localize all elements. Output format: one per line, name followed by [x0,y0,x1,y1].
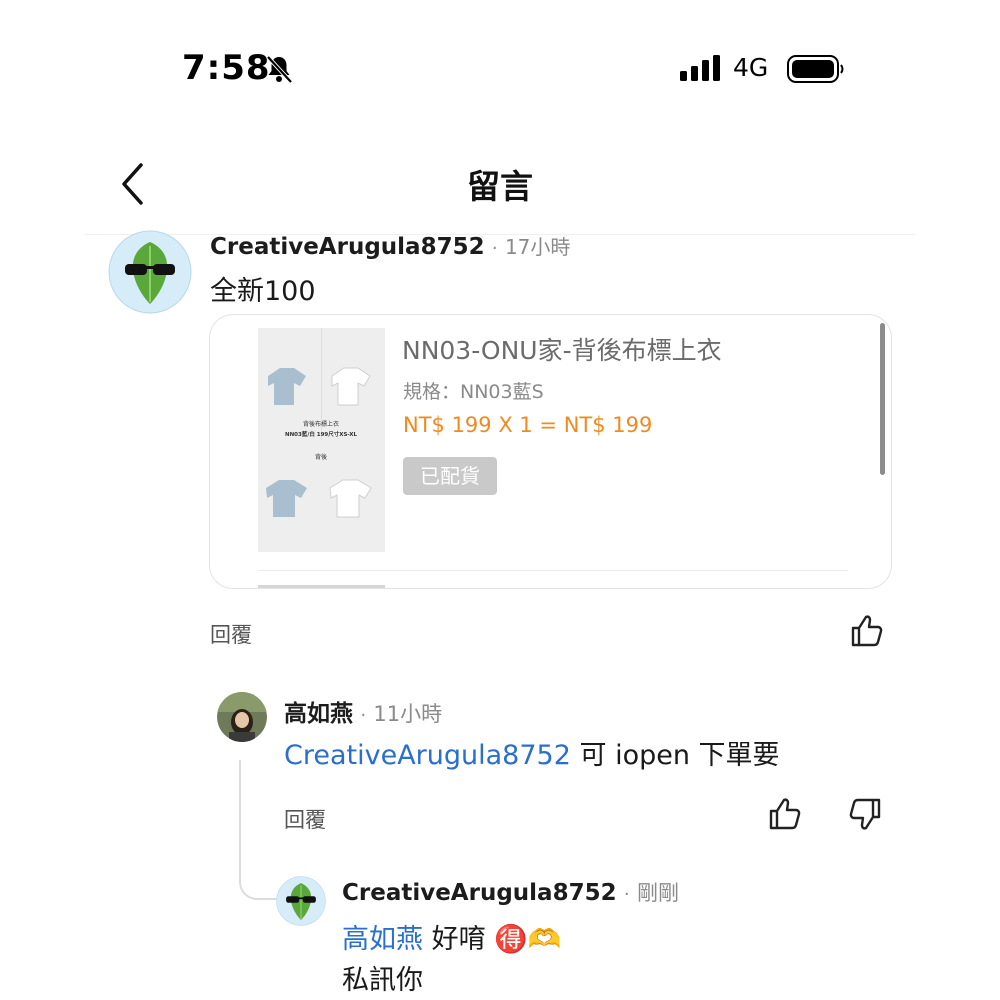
page-title: 留言 [467,167,533,206]
comment-timestamp: 剛剛 [636,881,679,905]
thumbs-up-icon[interactable] [767,796,803,832]
comment-text: 全新100 [210,276,316,307]
comment-meta: 高如燕 · 11小時 [284,694,442,728]
status-time: 7:58 [182,48,271,88]
thread-connector [239,760,279,900]
product-image-caption: 背後 [315,453,327,461]
mention-link[interactable]: 高如燕 [342,924,423,955]
comment-meta: CreativeArugula8752 · 17小時 [210,231,570,260]
comment-meta: CreativeArugula8752 · 剛剛 [342,877,679,907]
product-title: NN03-ONU家-背後布標上衣 [402,336,722,365]
avatar[interactable] [217,692,267,742]
meta-separator: · [360,705,367,726]
order-status-badge: 已配貨 [403,457,497,495]
comment-username[interactable]: 高如燕 [284,701,353,727]
reply-button[interactable]: 回覆 [210,619,252,649]
comment-username[interactable]: CreativeArugula8752 [342,880,617,906]
comment-text: CreativeArugula8752 可 iopen 下單要 [284,733,780,772]
product-image-caption: NN03藍/白 199尺寸XS-XL [285,430,358,438]
avatar[interactable] [108,230,192,314]
battery-icon [787,55,845,83]
product-image: 背後布標上衣 NN03藍/白 199尺寸XS-XL 背後 [258,328,385,552]
comment-body: 好唷 [431,924,486,955]
thumbs-up-icon[interactable] [849,613,885,649]
product-price: NT$ 199 X 1 = NT$ 199 [403,413,653,437]
comment-timestamp: 17小時 [504,235,571,259]
comment-username[interactable]: CreativeArugula8752 [210,234,485,260]
emoji: 🉐🫶 [494,924,562,955]
network-type: 4G [733,53,769,82]
avatar[interactable] [276,876,326,926]
product-image-caption: 背後布標上衣 [303,420,339,428]
reply-button[interactable]: 回覆 [284,804,326,834]
bell-slash-icon [264,54,294,84]
comment-text-line2: 私訊你 [342,965,423,996]
meta-separator: · [491,238,498,259]
signal-icon [680,55,722,81]
thumbs-down-icon[interactable] [847,796,883,832]
card-scrollbar[interactable] [880,323,885,475]
product-card[interactable]: 背後布標上衣 NN03藍/白 199尺寸XS-XL 背後 NN03-ONU家-背… [209,314,892,589]
comment-timestamp: 11小時 [373,702,443,726]
comment-body: 可 iopen 下單要 [579,740,780,771]
comment-text: 高如燕 好唷 🉐🫶 [342,917,561,956]
card-divider [258,570,848,571]
product-spec: 規格：NN03藍S [403,381,544,403]
product-image-next [258,585,385,588]
meta-separator: · [623,884,630,905]
mention-link[interactable]: CreativeArugula8752 [284,740,571,771]
